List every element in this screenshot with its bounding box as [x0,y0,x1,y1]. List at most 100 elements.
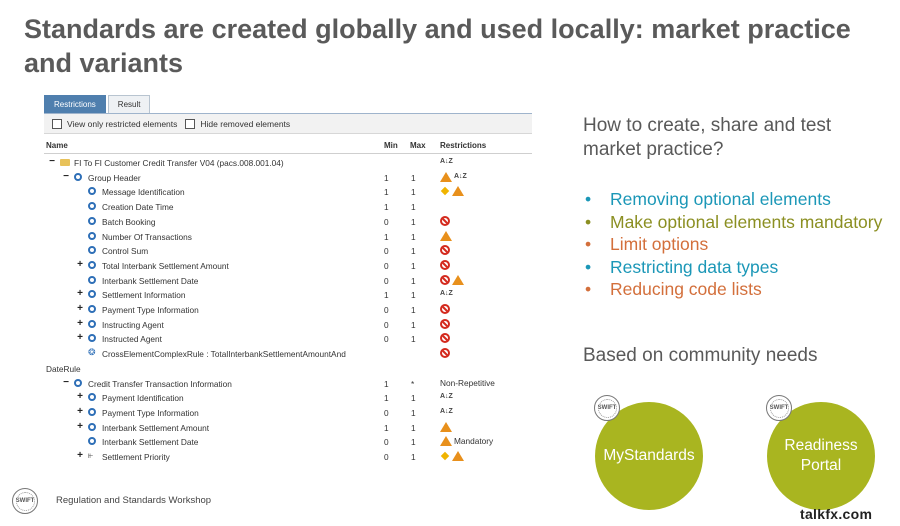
row-restrictions [440,348,452,359]
swift-badge-text: SWIFT [15,498,35,504]
view-restricted-checkbox[interactable] [52,118,62,129]
tree-row[interactable]: Interbank Settlement Date 0 1 [44,274,532,289]
row-min: 0 [384,334,389,345]
bullet-dot-icon: • [585,256,592,277]
collapse-icon[interactable]: − [62,377,70,388]
row-restrictions [440,186,466,197]
row-max: 1 [411,305,416,315]
row-name: Total Interbank Settlement Amount [102,260,229,271]
tree-row[interactable]: + Payment Identification 1 1 A↓Z [44,391,532,406]
element-icon [88,216,96,225]
expand-icon[interactable]: + [76,421,84,432]
expand-icon[interactable]: + [76,304,84,314]
view-restricted-filter[interactable]: View only restricted elements [52,118,178,129]
tree-row[interactable]: Batch Booking 0 1 [44,215,532,230]
bullet-dot-icon: • [585,234,592,254]
tree-row[interactable]: + Settlement Information 1 1 A↓Z [44,288,532,303]
row-max: 1 [411,319,416,330]
row-restrictions [440,451,466,461]
bullet-item: • Limit options [583,233,883,256]
tree-row[interactable]: + Payment Type Information 0 1 [44,303,532,318]
tree-row[interactable]: + Interbank Settlement Amount 1 1 [44,421,532,436]
expand-icon[interactable]: + [76,318,84,329]
collapse-icon[interactable]: − [48,157,56,167]
prohibited-icon [440,304,450,314]
column-restrictions-header[interactable]: Restrictions [440,141,486,150]
column-name-header[interactable]: Name [46,141,68,150]
row-max: * [411,378,415,389]
bullet-text: Removing optional elements [610,189,831,209]
bullet-list: • Removing optional elements • Make optiona… [583,188,883,301]
expand-icon[interactable]: + [76,333,84,343]
row-max: 1 [411,172,416,183]
element-icon [88,305,96,313]
row-name: Interbank Settlement Amount [102,422,210,433]
row-restrictions: A↓Z [440,171,469,182]
row-min: 0 [384,305,389,315]
hide-removed-checkbox[interactable] [185,118,196,129]
tree-row[interactable]: + Total Interbank Settlement Amount 0 1 [44,259,532,274]
tree-row[interactable]: − Credit Transfer Transaction Information… [44,377,532,392]
tab-restrictions[interactable]: Restrictions [44,95,106,113]
row-restrictions: Mandatory [440,436,494,447]
tree-row[interactable]: Creation Date Time 1 1 [44,200,532,215]
hide-removed-filter[interactable]: Hide removed elements [185,118,291,129]
view-restricted-label: View only restricted elements [67,118,178,129]
expand-icon[interactable]: + [76,392,84,402]
row-max: 1 [411,260,416,271]
tree-row[interactable]: Interbank Settlement Date 0 1 Mandatory [44,435,532,450]
row-min: 1 [384,231,389,242]
tree-row[interactable]: ❂ CrossElementComplexRule : TotalInterban… [44,347,532,362]
sort-icon: A↓Z [454,172,467,180]
row-min: 1 [384,393,389,404]
tree-row[interactable]: DateRule [44,362,532,377]
row-max: 1 [411,437,416,448]
row-name: DateRule [46,363,81,374]
element-icon [88,422,96,431]
collapse-icon[interactable]: − [62,171,70,182]
row-max: 1 [411,290,416,301]
bullet-text: Make optional elements mandatory [610,211,883,232]
tree-row[interactable]: + Payment Type Information 0 1 A↓Z [44,406,532,421]
column-min-header[interactable]: Min [384,141,398,150]
tree-row[interactable]: + Instructing Agent 0 1 [44,318,532,333]
warning-icon [452,274,464,285]
row-name: Payment Type Information [102,407,199,418]
bullet-item: • Restricting data types [583,256,883,279]
hide-removed-label: Hide removed elements [200,118,291,129]
prohibited-icon [440,215,450,226]
row-max: 1 [411,187,416,198]
row-name: Credit Transfer Transaction Information [88,378,232,389]
tree-row[interactable]: + ⫦ Settlement Priority 0 1 [44,450,532,465]
bullet-text: Reducing code lists [610,279,762,299]
watermark: talkfx.com [800,506,873,522]
row-name: FI To FI Customer Credit Transfer V04 (p… [74,158,284,168]
row-min: 0 [384,437,389,448]
row-restrictions [440,259,452,270]
tree-row[interactable]: + Instructed Agent 0 1 [44,332,532,347]
row-min: 1 [384,202,389,213]
tree-row[interactable]: Control Sum 0 1 [44,244,532,259]
tree-row[interactable]: − Group Header 1 1 A↓Z [44,171,532,186]
row-name: Number Of Transactions [102,231,192,242]
column-max-header[interactable]: Max [410,141,426,150]
row-max: 1 [411,246,416,257]
row-name: Interbank Settlement Date [102,275,199,286]
row-restrictions [440,304,452,314]
tree-row[interactable]: Number Of Transactions 1 1 [44,230,532,245]
expand-icon[interactable]: + [76,451,84,461]
expand-icon[interactable]: + [76,259,84,270]
restrictions-panel: Restrictions Result View only restricted… [44,95,532,475]
warning-icon [440,436,452,447]
restriction-text: Mandatory [454,436,494,447]
warning-icon [452,451,464,461]
bullet-item: • Make optional elements mandatory [583,211,883,234]
tab-result[interactable]: Result [107,95,151,113]
tree-row[interactable]: Message Identification 1 1 [44,185,532,200]
expand-icon[interactable]: + [76,289,84,299]
tree-row[interactable]: − FI To FI Customer Credit Transfer V04 (… [44,156,532,171]
prohibited-icon [440,259,450,270]
expand-icon[interactable]: + [76,406,84,417]
row-max: 1 [411,231,416,242]
row-name: Instructed Agent [102,334,162,345]
